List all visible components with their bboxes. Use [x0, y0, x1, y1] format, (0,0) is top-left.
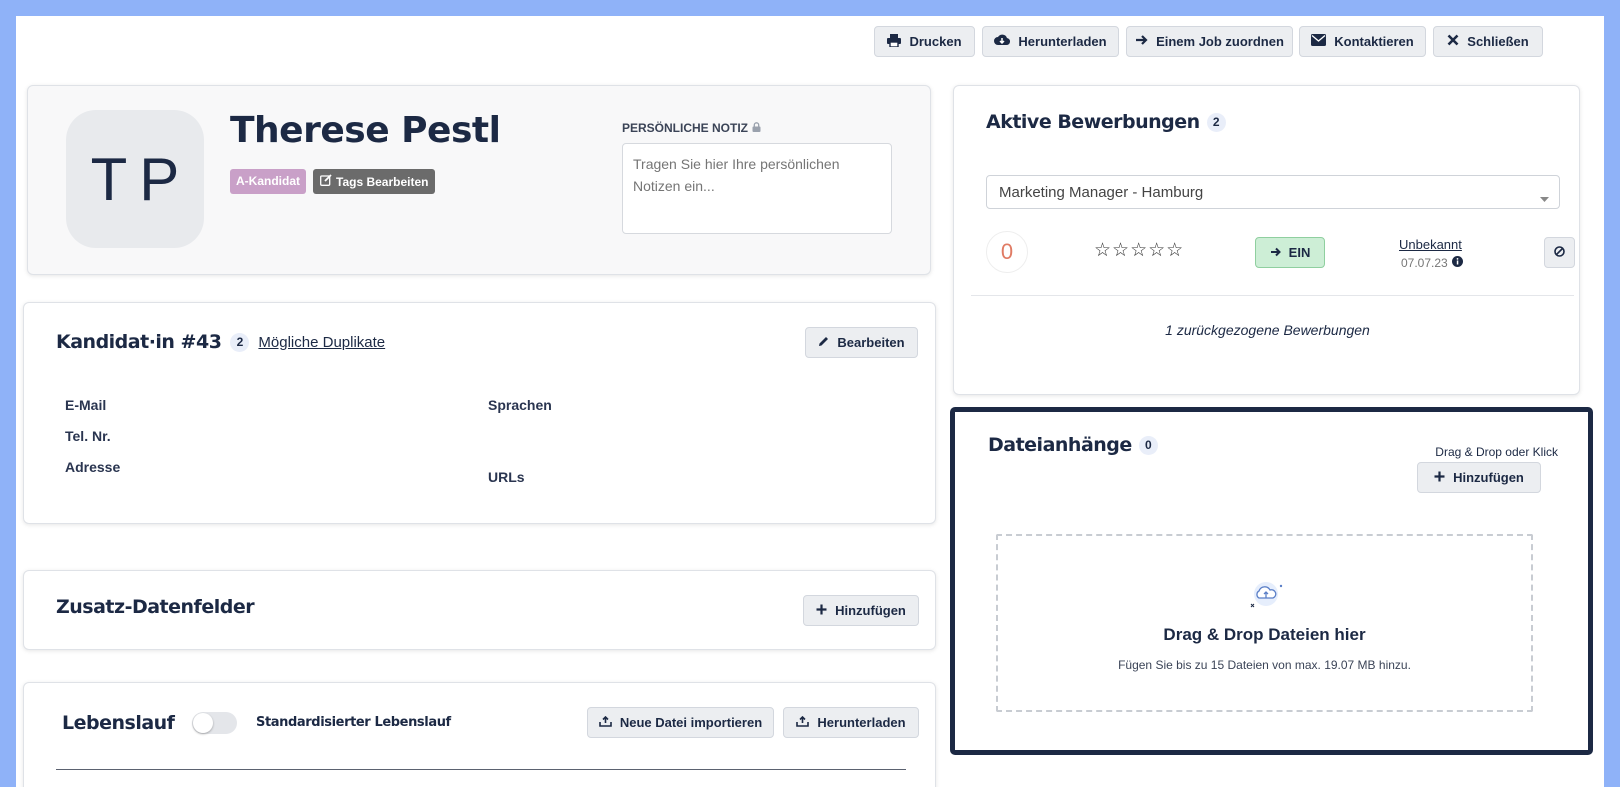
avatar: TP — [66, 110, 204, 248]
add-attachment-label: Hinzufügen — [1453, 470, 1524, 485]
close-icon — [1447, 34, 1459, 49]
assign-job-label: Einem Job zuordnen — [1156, 34, 1284, 49]
applications-divider — [971, 295, 1574, 296]
download-resume-button[interactable]: Herunterladen — [783, 707, 919, 738]
arrow-right-icon — [1270, 245, 1281, 260]
dropzone-subtitle: Fügen Sie bis zu 15 Dateien von max. 19.… — [1118, 658, 1411, 672]
avatar-initials: TP — [90, 145, 192, 213]
job-select-value: Marketing Manager - Hamburg — [999, 183, 1204, 201]
download-button[interactable]: Herunterladen — [982, 26, 1119, 57]
applications-title: Aktive Bewerbungen — [986, 111, 1200, 133]
stage-label: EIN — [1288, 245, 1311, 260]
attachments-card: Dateianhänge 0 Drag & Drop oder Klick Hi… — [950, 407, 1593, 755]
attachments-header: Dateianhänge 0 — [988, 434, 1158, 456]
extra-fields-title: Zusatz-Datenfelder — [56, 596, 255, 618]
personal-note-input[interactable] — [622, 143, 892, 234]
score-circle: 0 — [986, 231, 1028, 273]
address-label: Adresse — [65, 459, 121, 475]
resume-card: Lebenslauf Standardisierter Lebenslauf N… — [23, 682, 936, 787]
pencil-icon — [818, 335, 829, 350]
add-extra-field-button[interactable]: Hinzufügen — [803, 595, 919, 626]
lock-icon — [752, 121, 761, 135]
score-value: 0 — [1000, 239, 1014, 264]
contact-label: Kontaktieren — [1334, 34, 1414, 49]
download-label: Herunterladen — [1018, 34, 1107, 49]
standardized-resume-label: Standardisierter Lebenslauf — [256, 715, 451, 730]
resume-divider — [56, 769, 906, 770]
cloud-download-icon — [994, 34, 1011, 49]
resume-title: Lebenslauf — [62, 712, 175, 734]
note-label-text: PERSÖNLICHE NOTIZ — [622, 121, 749, 135]
caret-down-icon — [1540, 189, 1549, 206]
assign-job-button[interactable]: Einem Job zuordnen — [1126, 26, 1293, 57]
candidate-info-card: Kandidat·in #43 2 Mögliche Duplikate Bea… — [23, 302, 936, 524]
info-icon[interactable] — [1451, 254, 1463, 272]
toggle-knob — [193, 713, 213, 733]
applications-header: Aktive Bewerbungen 2 — [986, 111, 1226, 133]
duplicate-count-badge: 2 — [230, 332, 250, 352]
languages-label: Sprachen — [488, 397, 552, 413]
print-label: Drucken — [909, 34, 962, 49]
cloud-upload-icon — [1248, 580, 1284, 613]
add-extra-field-label: Hinzufügen — [835, 603, 906, 618]
attachments-hint: Drag & Drop oder Klick — [1435, 445, 1558, 459]
edit-square-icon — [320, 174, 332, 189]
profile-header-card: TP Therese Pestl A-Kandidat Tags Bearbei… — [27, 85, 931, 275]
import-resume-label: Neue Datei importieren — [619, 715, 763, 730]
active-applications-card: Aktive Bewerbungen 2 Marketing Manager -… — [953, 85, 1580, 395]
application-date: 07.07.23 — [1401, 256, 1448, 270]
add-attachment-button[interactable]: Hinzufügen — [1417, 462, 1541, 493]
tag-badge[interactable]: A-Kandidat — [230, 169, 306, 194]
application-date-row: 07.07.23 — [1401, 254, 1463, 272]
possible-duplicates-link[interactable]: Mögliche Duplikate — [258, 334, 385, 351]
edit-tags-button[interactable]: Tags Bearbeiten — [313, 169, 436, 194]
stage-button[interactable]: EIN — [1255, 237, 1325, 268]
contact-button[interactable]: Kontaktieren — [1299, 26, 1426, 57]
upload-icon — [796, 715, 810, 730]
phone-label: Tel. Nr. — [65, 428, 111, 444]
download-resume-label: Herunterladen — [817, 715, 906, 730]
envelope-icon — [1311, 34, 1327, 49]
upload-icon — [599, 715, 612, 730]
job-select[interactable]: Marketing Manager - Hamburg — [986, 175, 1560, 209]
reject-application-button[interactable] — [1544, 237, 1575, 268]
note-label: PERSÖNLICHE NOTIZ — [622, 121, 761, 135]
attachments-title: Dateianhänge — [988, 434, 1132, 456]
standardized-resume-toggle[interactable] — [192, 712, 237, 734]
close-label: Schließen — [1467, 34, 1529, 49]
star-rating[interactable]: ☆☆☆☆☆ — [1094, 239, 1184, 262]
ban-icon — [1554, 245, 1565, 260]
status-link[interactable]: Unbekannt — [1399, 237, 1462, 252]
plus-icon — [816, 603, 827, 618]
edit-tags-label: Tags Bearbeiten — [336, 174, 429, 189]
email-label: E-Mail — [65, 397, 107, 413]
print-icon — [887, 33, 902, 50]
candidate-info-header: Kandidat·in #43 2 Mögliche Duplikate — [56, 331, 385, 353]
edit-candidate-label: Bearbeiten — [837, 335, 905, 350]
applications-count-badge: 2 — [1206, 112, 1226, 132]
urls-label: URLs — [488, 469, 525, 485]
close-button[interactable]: Schließen — [1433, 26, 1543, 57]
extra-fields-card: Zusatz-Datenfelder Hinzufügen — [23, 570, 936, 650]
file-dropzone[interactable]: Drag & Drop Dateien hier Fügen Sie bis z… — [996, 534, 1533, 712]
withdrawn-applications-link[interactable]: 1 zurückgezogene Bewerbungen — [954, 322, 1581, 338]
candidate-number-title: Kandidat·in #43 — [56, 331, 222, 353]
candidate-profile-page: Drucken Herunterladen Einem Job zuordnen… — [16, 16, 1604, 787]
dropzone-title: Drag & Drop Dateien hier — [1163, 625, 1366, 644]
import-resume-button[interactable]: Neue Datei importieren — [587, 707, 774, 738]
candidate-name: Therese Pestl — [230, 110, 501, 151]
attachments-count-badge: 0 — [1138, 435, 1158, 455]
arrow-right-icon — [1135, 34, 1148, 49]
plus-icon — [1434, 470, 1445, 485]
edit-candidate-button[interactable]: Bearbeiten — [805, 327, 918, 358]
print-button[interactable]: Drucken — [874, 26, 975, 57]
